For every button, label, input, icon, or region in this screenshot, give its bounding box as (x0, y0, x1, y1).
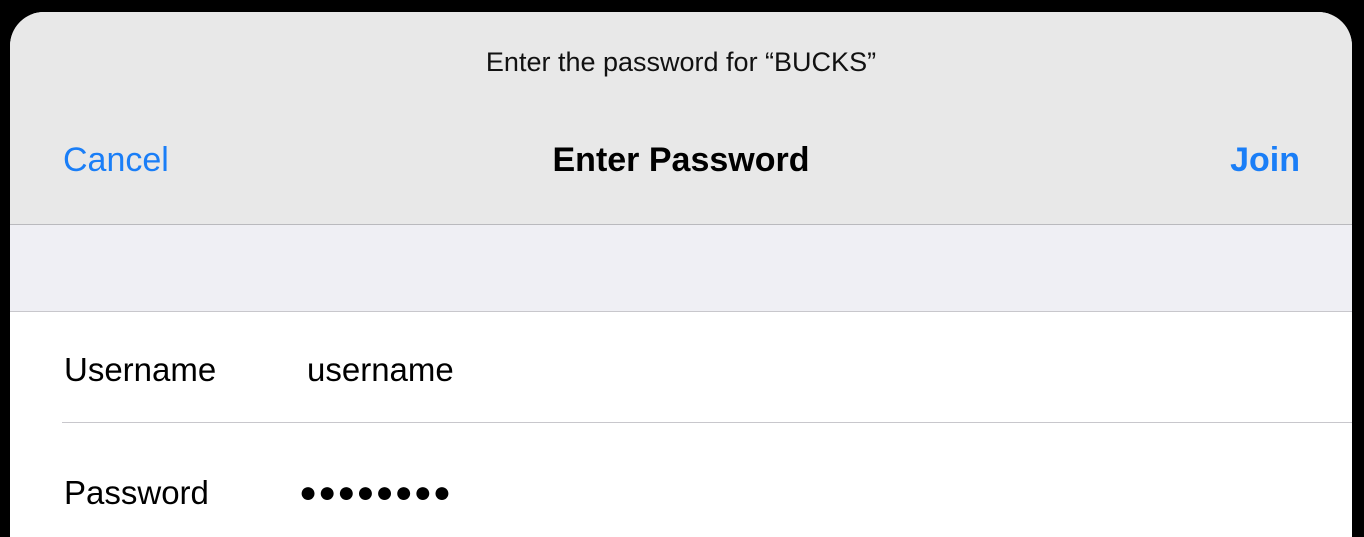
username-row[interactable]: Username username (10, 312, 1352, 422)
network-prompt: Enter the password for “BUCKS” (485, 47, 877, 77)
join-button[interactable]: Join (1230, 140, 1300, 180)
navigation-bar: Enter the password for “BUCKS” Cancel En… (10, 12, 1352, 225)
password-label: Password (64, 474, 209, 511)
username-label: Username (64, 351, 217, 388)
password-field[interactable]: ●●●●●●●● (299, 471, 1322, 515)
group-spacer (10, 225, 1352, 312)
wifi-password-sheet: Enter the password for “BUCKS” Cancel En… (10, 12, 1352, 537)
cancel-button[interactable]: Cancel (63, 140, 169, 180)
password-row[interactable]: Password ●●●●●●●● (10, 423, 1352, 533)
username-field[interactable]: username (307, 348, 1322, 392)
page-title: Enter Password (552, 141, 810, 179)
